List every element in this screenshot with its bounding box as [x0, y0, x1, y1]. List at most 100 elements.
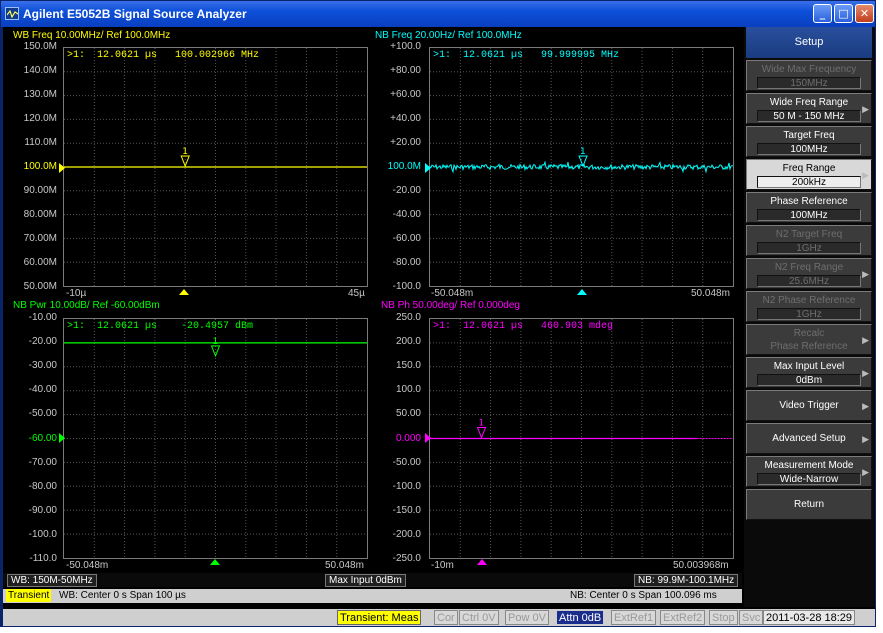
nb-range-box: NB: 99.9M-100.1MHz — [634, 574, 739, 587]
y-tick-label: -80.00 — [392, 257, 421, 268]
y-tick-label: +20.00 — [390, 137, 421, 148]
y-tick-label: -100.0 — [28, 528, 57, 540]
softkey-wide-freq-range[interactable]: Wide Freq Range 50 M - 150 MHz ▶ — [746, 93, 872, 124]
nb-freq-ref-arrow — [425, 163, 431, 173]
y-tick-label: 80.00M — [23, 209, 57, 220]
softkey-label: Phase Reference — [770, 196, 848, 207]
y-tick-label: 150.0M — [23, 41, 57, 52]
date-time: 2011-03-28 18:29 — [763, 610, 856, 625]
y-tick-label: -80.00 — [28, 480, 57, 492]
y-tick-label: -200.0 — [392, 528, 421, 540]
softkey-label: Return — [793, 499, 824, 510]
softkey-menu: Setup Wide Max Frequency 150MHz Wide Freq … — [744, 27, 875, 607]
y-tick-label: -60.00 — [392, 233, 421, 244]
wb-freq-ref-arrow — [59, 163, 65, 173]
softkey-advanced-setup[interactable]: Advanced Setup ▶ — [746, 423, 872, 454]
softkey-recalc[interactable]: Recalc Phase Reference ▶ — [746, 324, 872, 355]
stop-status: Stop — [709, 610, 738, 625]
extref1-status: ExtRef1 — [611, 610, 657, 625]
softkey-value: 1GHz — [757, 308, 861, 320]
softkey-label: Wide Freq Range — [769, 97, 849, 108]
chevron-right-icon: ▶ — [862, 435, 869, 445]
softkey-n2-phase-reference[interactable]: N2 Phase Reference 1GHz — [746, 291, 872, 322]
minimize-button[interactable]: _ — [813, 4, 832, 23]
softkey-n2-freq-range[interactable]: N2 Freq Range 25.6MHz ▶ — [746, 258, 872, 289]
nb-freq-title: NB Freq 20.00Hz/ Ref 100.0MHz — [375, 30, 522, 41]
close-button[interactable]: ✕ — [855, 4, 874, 23]
max-input-box: Max Input 0dBm — [325, 574, 406, 587]
nb-pwr-panel[interactable]: NB Pwr 10.00dB/ Ref -60.00dBm -10.00 -20.… — [3, 299, 373, 573]
y-tick-label: -110.0 — [29, 553, 57, 564]
y-tick-label: 130.0M — [23, 89, 57, 100]
marker-1-symbol — [476, 427, 487, 439]
nb-ph-trace-svg: 1 — [430, 319, 733, 558]
y-tick-label: 70.00M — [23, 233, 57, 244]
softkey-phase-reference[interactable]: Phase Reference 100MHz — [746, 192, 872, 223]
wb-freq-graph[interactable]: 1 >1: 12.0621 µs 100.002966 MHz — [63, 47, 368, 287]
softkey-max-input-level[interactable]: Max Input Level 0dBm ▶ — [746, 357, 872, 388]
y-tick-label: -40.00 — [392, 209, 421, 220]
softkey-label: N2 Freq Range — [774, 262, 844, 273]
softkey-video-trigger[interactable]: Video Trigger ▶ — [746, 390, 872, 421]
window-title: Agilent E5052B Signal Source Analyzer — [23, 7, 247, 21]
y-tick-label: -70.00 — [28, 456, 57, 468]
wb-freq-panel[interactable]: WB Freq 10.00MHz/ Ref 100.0MHz 150.0M 140… — [3, 27, 373, 299]
info-bar: WB: 150M-50MHz Max Input 0dBm NB: 99.9M-… — [3, 573, 742, 587]
y-tick-label: 100.0 — [395, 384, 421, 396]
y-tick-label: 90.00M — [23, 185, 57, 196]
y-tick-label: 140.0M — [23, 65, 57, 76]
y-tick-label: -60.00 — [28, 432, 57, 444]
nb-pwr-x-start: -50.048m — [66, 560, 109, 571]
softkey-menu-title: Setup — [746, 27, 872, 58]
y-tick-label: 150.0 — [395, 360, 421, 372]
wb-freq-title: WB Freq 10.00MHz/ Ref 100.0MHz — [13, 30, 171, 41]
chevron-right-icon: ▶ — [862, 171, 869, 181]
nb-freq-panel[interactable]: NB Freq 20.00Hz/ Ref 100.0MHz +100.0 +80.… — [373, 27, 743, 299]
nb-freq-x-end: 50.048m — [691, 288, 730, 299]
ctrl-status: Ctrl 0V — [459, 610, 499, 625]
wb-center-span: WB: Center 0 s Span 100 µs — [59, 590, 186, 601]
softkey-return[interactable]: Return — [746, 489, 872, 520]
softkey-measurement-mode[interactable]: Measurement Mode Wide-Narrow ▶ — [746, 456, 872, 487]
nb-ph-graph[interactable]: 1 >1: 12.0621 µs 460.903 mdeg — [429, 318, 734, 559]
y-tick-label: 120.0M — [23, 113, 57, 124]
softkey-label: Freq Range — [782, 163, 836, 174]
chevron-right-icon: ▶ — [862, 336, 869, 346]
softkey-value: 200kHz — [757, 176, 861, 188]
instrument-screen: WB Freq 10.00MHz/ Ref 100.0MHz 150.0M 140… — [3, 27, 875, 626]
wb-freq-x-marker-triangle — [179, 289, 189, 295]
nb-pwr-graph[interactable]: 1 >1: 12.0621 µs -20.4957 dBm — [63, 318, 368, 559]
app-icon — [5, 7, 19, 20]
pow-status: Pow 0V — [505, 610, 549, 625]
nb-pwr-x-end: 50.048m — [325, 560, 364, 571]
transient-mode-label: Transient — [6, 589, 52, 602]
transient-meas-status[interactable]: Transient: Meas — [337, 610, 422, 625]
nb-freq-graph[interactable]: 1 >1: 12.0621 µs 99.999995 MHz — [429, 47, 734, 287]
nb-freq-marker-readout: >1: 12.0621 µs 99.999995 MHz — [433, 50, 620, 61]
y-tick-label: +100.0 — [390, 41, 421, 52]
wb-freq-x-end: 45µ — [348, 288, 365, 299]
wb-freq-marker-readout: >1: 12.0621 µs 100.002966 MHz — [67, 50, 260, 61]
y-tick-label: 110.0M — [24, 137, 57, 148]
nb-pwr-trace-svg: 1 — [64, 319, 367, 558]
softkey-value: 1GHz — [757, 242, 861, 254]
y-tick-label: -40.00 — [28, 384, 57, 396]
nb-ph-panel[interactable]: NB Ph 50.00deg/ Ref 0.000deg 250.0 200.0 1… — [373, 299, 743, 573]
extref2-status: ExtRef2 — [660, 610, 706, 625]
title-bar[interactable]: Agilent E5052B Signal Source Analyzer _ … — [1, 1, 875, 27]
softkey-wide-max-frequency[interactable]: Wide Max Frequency 150MHz — [746, 60, 872, 91]
softkey-label: Advanced Setup — [772, 433, 846, 444]
softkey-n2-target-freq[interactable]: N2 Target Freq 1GHz — [746, 225, 872, 256]
softkey-value: Wide-Narrow — [757, 473, 861, 485]
softkey-label: Wide Max Frequency — [761, 64, 857, 75]
softkey-target-freq[interactable]: Target Freq 100MHz — [746, 126, 872, 157]
chevron-right-icon: ▶ — [862, 369, 869, 379]
chevron-right-icon: ▶ — [862, 105, 869, 115]
softkey-label: Measurement Mode — [764, 460, 854, 471]
nb-center-span: NB: Center 0 s Span 100.096 ms — [570, 590, 717, 601]
nb-ph-x-end: 50.003968m — [673, 560, 729, 571]
maximize-button[interactable]: □ — [834, 4, 853, 23]
y-tick-label: -90.00 — [28, 504, 57, 516]
softkey-freq-range[interactable]: Freq Range 200kHz ▶ — [746, 159, 872, 190]
y-tick-label: -100.0 — [392, 281, 421, 292]
